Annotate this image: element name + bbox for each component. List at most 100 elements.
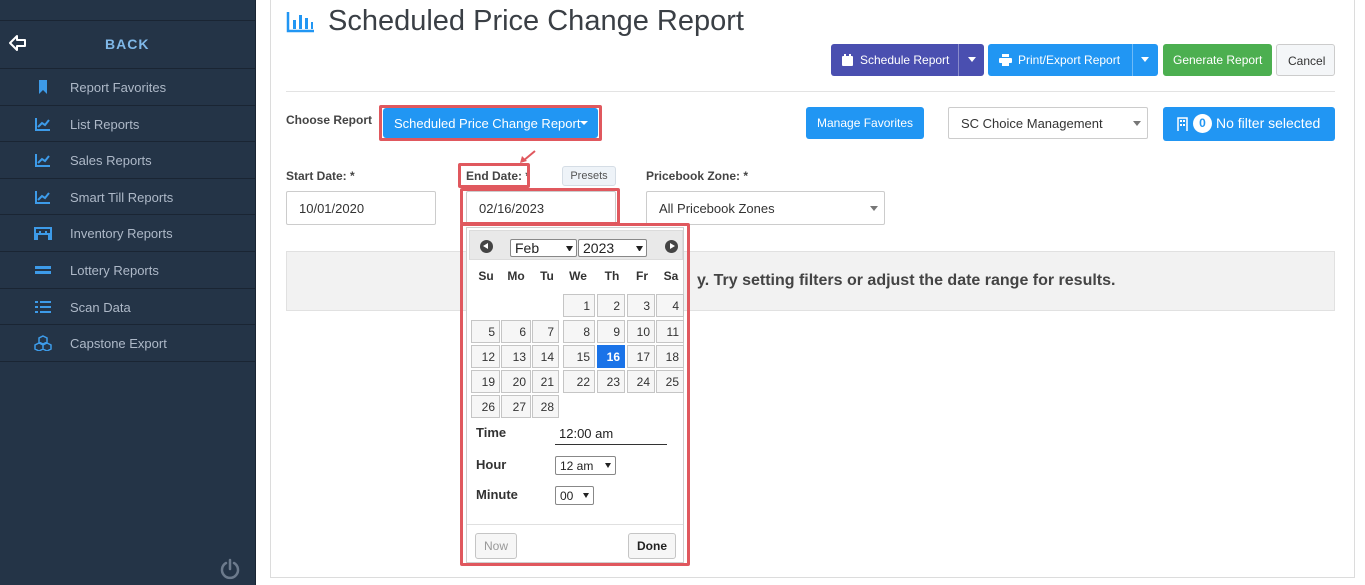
day-cell[interactable]: 18 [656, 345, 684, 368]
no-results-panel: y. Try setting filters or adjust the dat… [286, 251, 1335, 311]
day-cell[interactable]: 1 [563, 294, 595, 317]
day-cell[interactable]: 11 [656, 320, 684, 343]
sidebar-top [0, 0, 255, 21]
weekday-header: Su [478, 269, 494, 283]
day-cell[interactable]: 25 [656, 370, 684, 393]
power-icon[interactable] [219, 558, 241, 580]
day-cell[interactable]: 9 [597, 320, 625, 343]
day-cell[interactable]: 10 [627, 320, 655, 343]
sidebar-item-capstone-export[interactable]: Capstone Export [0, 325, 255, 362]
chevron-down-icon[interactable] [1141, 57, 1149, 62]
done-button[interactable]: Done [628, 533, 676, 559]
chevron-down-icon [566, 246, 573, 251]
weekday-header: We [569, 269, 587, 283]
button-separator [958, 44, 959, 76]
sidebar-item-list-reports[interactable]: List Reports [0, 106, 255, 143]
sidebar-item-sales-reports[interactable]: Sales Reports [0, 142, 255, 179]
day-cell[interactable]: 7 [532, 320, 559, 343]
day-cell[interactable]: 17 [627, 345, 655, 368]
day-cell[interactable]: 13 [501, 345, 531, 368]
report-dropdown-label: Scheduled Price Change Report [394, 116, 581, 131]
bar-chart-icon [286, 12, 314, 33]
minute-select[interactable]: 00 [555, 486, 594, 505]
day-cell[interactable]: 3 [627, 294, 655, 317]
chevron-down-icon [636, 246, 643, 251]
ticket-icon [35, 265, 51, 274]
calendar-icon [842, 54, 853, 66]
start-date-input[interactable]: 10/01/2020 [286, 191, 436, 225]
day-cell[interactable]: 5 [471, 320, 500, 343]
day-cell[interactable]: 6 [501, 320, 531, 343]
minute-label: Minute [476, 487, 518, 502]
sidebar-item-inventory-reports[interactable]: Inventory Reports [0, 215, 255, 252]
chevron-down-icon[interactable] [968, 57, 976, 62]
day-cell[interactable]: 21 [532, 370, 559, 393]
filter-button[interactable]: 0 No filter selected [1163, 107, 1335, 141]
date-picker-divider [467, 524, 683, 525]
generate-report-button[interactable]: Generate Report [1163, 44, 1272, 76]
printer-icon [999, 54, 1012, 66]
day-cell[interactable]: 8 [563, 320, 595, 343]
divider [286, 91, 1335, 92]
end-date-value: 02/16/2023 [479, 201, 545, 216]
day-cell[interactable]: 23 [597, 370, 625, 393]
choose-report-label: Choose Report [286, 113, 373, 127]
building-icon [1177, 117, 1188, 131]
presets-button[interactable]: Presets [562, 166, 616, 186]
manage-favorites-button[interactable]: Manage Favorites [806, 107, 924, 139]
sidebar-item-lottery-reports[interactable]: Lottery Reports [0, 252, 255, 289]
month-value: Feb [515, 240, 540, 256]
day-cell[interactable]: 2 [597, 294, 625, 317]
year-select[interactable]: 2023 [578, 239, 647, 257]
day-cell[interactable]: 28 [532, 395, 559, 418]
weekday-header: Fr [636, 269, 648, 283]
day-cell[interactable]: 19 [471, 370, 500, 393]
month-select[interactable]: Feb [510, 239, 577, 257]
back-button[interactable]: BACK [0, 21, 255, 69]
chevron-down-icon [580, 121, 588, 125]
schedule-report-button[interactable]: Schedule Report [831, 44, 984, 76]
back-arrow-icon [9, 35, 26, 51]
line-chart-icon [35, 154, 50, 168]
print-export-report-button[interactable]: Print/Export Report [988, 44, 1158, 76]
time-label: Time [476, 425, 507, 440]
prev-month-icon[interactable] [480, 240, 493, 253]
cancel-button[interactable]: Cancel [1276, 44, 1335, 76]
day-cell[interactable]: 22 [563, 370, 595, 393]
day-cell[interactable]: 14 [532, 345, 559, 368]
day-cell[interactable]: 26 [471, 395, 500, 418]
weekday-header: Th [604, 269, 620, 283]
store-select[interactable]: SC Choice Management [948, 107, 1148, 139]
day-cell[interactable]: 4 [656, 294, 684, 317]
warehouse-icon [34, 227, 52, 241]
sidebar-item-smart-till-reports[interactable]: Smart Till Reports [0, 179, 255, 216]
minute-value: 00 [560, 489, 574, 503]
now-button[interactable]: Now [475, 533, 518, 559]
day-cell[interactable]: 24 [627, 370, 655, 393]
line-chart-icon [35, 190, 50, 204]
day-cell[interactable]: 15 [563, 345, 595, 368]
chevron-down-icon [1133, 121, 1141, 126]
next-month-icon[interactable] [665, 240, 678, 253]
sidebar-item-label: Smart Till Reports [70, 189, 174, 205]
schedule-report-label: Schedule Report [860, 53, 950, 67]
hour-value: 12 am [560, 459, 594, 473]
cubes-icon [34, 335, 52, 352]
report-dropdown[interactable]: Scheduled Price Change Report [383, 108, 598, 138]
chevron-down-icon [870, 206, 878, 211]
sidebar-item-scan-data[interactable]: Scan Data [0, 289, 255, 326]
page-title: Scheduled Price Change Report [328, 5, 744, 37]
day-cell[interactable]: 20 [501, 370, 531, 393]
day-cell-selected[interactable]: 16 [597, 345, 625, 368]
day-cell[interactable]: 12 [471, 345, 500, 368]
weekday-header: Mo [507, 269, 525, 283]
manage-favorites-label: Manage Favorites [817, 116, 914, 130]
cancel-label: Cancel [1288, 54, 1326, 68]
day-cell[interactable]: 27 [501, 395, 531, 418]
end-date-input[interactable]: 02/16/2023 [466, 191, 616, 225]
pricebook-zone-select[interactable]: All Pricebook Zones [646, 191, 885, 225]
sidebar-item-label: Inventory Reports [70, 226, 173, 242]
hour-select[interactable]: 12 am [555, 456, 616, 475]
sidebar-item-report-favorites[interactable]: Report Favorites [0, 69, 255, 106]
start-date-label: Start Date: * [286, 169, 355, 183]
